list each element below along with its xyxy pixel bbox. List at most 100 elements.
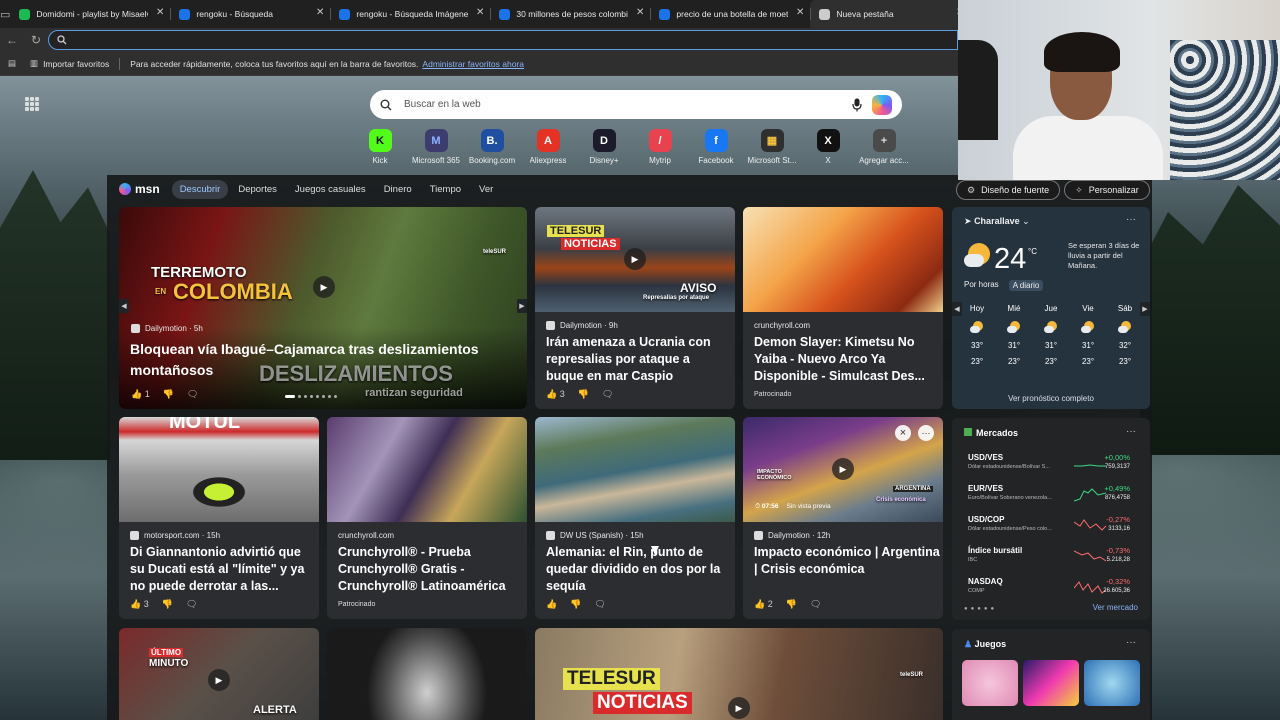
font-design-button[interactable]: ⚙ Diseño de fuente: [956, 180, 1061, 200]
close-icon[interactable]: ×: [895, 425, 911, 441]
like-button[interactable]: 👍: [546, 599, 557, 610]
quick-link-5[interactable]: D Disney+: [576, 129, 632, 165]
copilot-icon[interactable]: [872, 94, 892, 115]
card-title[interactable]: Alemania: el Rin, punto de quedar dividi…: [546, 544, 732, 595]
address-bar[interactable]: [48, 30, 958, 50]
dislike-button[interactable]: 👎: [163, 389, 174, 400]
forecast-day[interactable]: Hoy 33° 23°: [962, 304, 992, 366]
import-favorites-button[interactable]: Importar favoritos: [43, 59, 109, 69]
card-title[interactable]: Bloquean vía Ibagué–Cajamarca tras desli…: [130, 339, 520, 381]
news-card-argentina[interactable]: IMPACTO ECONÓMICO ARGENTINA Crisis econó…: [743, 417, 943, 619]
sidebar-toggle-icon[interactable]: ▤: [8, 58, 16, 69]
news-card-demon-slayer[interactable]: crunchyroll.com Demon Slayer: Kimetsu No…: [743, 207, 943, 409]
forecast-day[interactable]: Sáb 32° 23°: [1110, 304, 1140, 366]
market-row[interactable]: Índice bursátil IBC -0,73% 5.218,28: [964, 544, 1142, 570]
card-title[interactable]: Crunchyroll® - Prueba Crunchyroll® Grati…: [338, 544, 524, 595]
quick-link-2[interactable]: M Microsoft 365: [408, 129, 464, 165]
more-options-icon[interactable]: ···: [918, 425, 934, 441]
game-thumbnail[interactable]: [1084, 660, 1140, 706]
close-icon[interactable]: ✕: [636, 8, 644, 18]
personalize-button[interactable]: ✧ Personalizar: [1064, 180, 1150, 200]
dislike-button[interactable]: 👎: [786, 599, 797, 610]
play-icon[interactable]: ▶: [624, 248, 646, 270]
carousel-prev-icon[interactable]: ◀: [119, 299, 129, 313]
quick-link-8[interactable]: ▦ Microsoft St...: [744, 129, 800, 165]
refresh-icon[interactable]: ↻: [24, 33, 48, 47]
play-icon[interactable]: ▶: [832, 458, 854, 480]
dislike-button[interactable]: 👎: [570, 599, 581, 610]
market-row[interactable]: USD/COP Dólar estadounidense/Peso colo...…: [964, 513, 1142, 539]
markets-widget[interactable]: Mercados ··· USD/VES Dólar estadounidense…: [952, 418, 1150, 620]
comment-button[interactable]: 🗨: [187, 389, 198, 400]
weather-widget[interactable]: ➤ Charallave ⌄ ··· 24 °C Se esperan 3 dí…: [952, 207, 1150, 409]
tab-4[interactable]: 30 millones de pesos colombiano ✕: [490, 0, 650, 28]
close-icon[interactable]: ✕: [476, 8, 484, 18]
forecast-day[interactable]: Mié 31° 23°: [999, 304, 1029, 366]
tab-deportes[interactable]: Deportes: [230, 180, 285, 199]
weather-prev-icon[interactable]: ◀: [952, 302, 962, 316]
quick-link-1[interactable]: K Kick: [352, 129, 408, 165]
weather-location[interactable]: ➤ Charallave ⌄: [964, 216, 1030, 227]
play-icon[interactable]: ▶: [208, 669, 230, 691]
play-icon[interactable]: ▶: [313, 276, 335, 298]
more-options-icon[interactable]: ···: [1126, 637, 1136, 648]
carousel-next-icon[interactable]: ▶: [517, 299, 527, 313]
game-thumbnail[interactable]: [962, 660, 1018, 706]
tab-2[interactable]: rengoku - Búsqueda ✕: [170, 0, 330, 28]
market-row[interactable]: USD/VES Dólar estadounidense/Bolívar S...…: [964, 451, 1142, 477]
like-button[interactable]: 👍 3: [130, 599, 149, 610]
card-title[interactable]: Demon Slayer: Kimetsu No Yaiba - Nuevo A…: [754, 334, 940, 385]
news-card-crunchyroll[interactable]: crunchyroll.com Crunchyroll® - Prueba Cr…: [327, 417, 527, 619]
market-row[interactable]: EUR/VES Euro/Bolívar Soberano venezola...…: [964, 482, 1142, 508]
comment-button[interactable]: 🗨: [602, 389, 613, 400]
tab-actions-icon[interactable]: ▭: [0, 0, 10, 28]
tab-ver[interactable]: Ver: [471, 180, 501, 199]
quick-link-9[interactable]: XX: [800, 129, 856, 165]
news-card-rhine[interactable]: DW US (Spanish) · 15h Alemania: el Rin, …: [535, 417, 735, 619]
weather-next-icon[interactable]: ▶: [1140, 302, 1150, 316]
news-card-ultimo-minuto[interactable]: ÚLTIMO MINUTO ALERTA ▶: [119, 628, 319, 720]
tab-tiempo[interactable]: Tiempo: [422, 180, 469, 199]
address-input[interactable]: [73, 32, 957, 48]
tab-6[interactable]: Nueva pestaña✕: [810, 0, 971, 28]
tab-3[interactable]: rengoku - Búsqueda Imágenes ✕: [330, 0, 490, 28]
more-options-icon[interactable]: ···: [1126, 426, 1136, 437]
full-forecast-link[interactable]: Ver pronóstico completo: [952, 394, 1150, 403]
game-thumbnail[interactable]: [1023, 660, 1079, 706]
tab-juegos-casuales[interactable]: Juegos casuales: [287, 180, 374, 199]
close-icon[interactable]: ✕: [316, 8, 324, 18]
card-title[interactable]: Di Giannantonio advirtió que su Ducati e…: [130, 544, 316, 595]
comment-button[interactable]: 🗨: [594, 599, 605, 610]
msn-logo[interactable]: msn: [119, 182, 160, 196]
card-title[interactable]: Irán amenaza a Ucrania con represalias p…: [546, 334, 730, 385]
web-search-box[interactable]: Buscar en la web: [370, 90, 902, 119]
tab-1[interactable]: Domidomi - playlist by Misaelvela ✕: [10, 0, 170, 28]
news-card-telesur[interactable]: TELESUR NOTICIAS teleSUR ▶: [535, 628, 943, 720]
apps-launcher-icon[interactable]: [25, 97, 39, 111]
comment-button[interactable]: 🗨: [186, 599, 197, 610]
news-card-ducati[interactable]: MOTUL motorsport.com · 15h Di Giannanton…: [119, 417, 319, 619]
quick-link-6[interactable]: / Mytrip: [632, 129, 688, 165]
more-options-icon[interactable]: ···: [1126, 214, 1136, 225]
forecast-day[interactable]: Vie 31° 23°: [1073, 304, 1103, 366]
view-market-link[interactable]: Ver mercado: [1093, 603, 1138, 612]
microphone-icon[interactable]: [852, 98, 862, 112]
quick-link-7[interactable]: f Facebook: [688, 129, 744, 165]
dislike-button[interactable]: 👎: [578, 389, 589, 400]
close-icon[interactable]: ✕: [156, 8, 164, 18]
tab-5[interactable]: precio de una botella de moet - B ✕: [650, 0, 810, 28]
tab-hourly[interactable]: Por horas: [964, 280, 999, 291]
card-title[interactable]: Impacto económico | Argentina | Crisis e…: [754, 544, 940, 578]
quick-link-10[interactable]: + Agregar acc...: [856, 129, 912, 165]
close-icon[interactable]: ✕: [796, 8, 804, 18]
like-button[interactable]: 👍 1: [131, 389, 150, 400]
comment-button[interactable]: 🗨: [810, 599, 821, 610]
manage-favorites-link[interactable]: Administrar favoritos ahora: [422, 59, 524, 69]
tab-descubrir[interactable]: Descubrir: [171, 179, 229, 199]
back-icon[interactable]: ←: [0, 33, 24, 47]
tab-dinero[interactable]: Dinero: [376, 180, 420, 199]
news-card-landslide[interactable]: TERREMOTO EN COLOMBIA DESLIZAMIENTOS ran…: [119, 207, 527, 409]
forecast-day[interactable]: Jue 31° 23°: [1036, 304, 1066, 366]
play-icon[interactable]: ▶: [728, 697, 750, 719]
dislike-button[interactable]: 👎: [162, 599, 173, 610]
